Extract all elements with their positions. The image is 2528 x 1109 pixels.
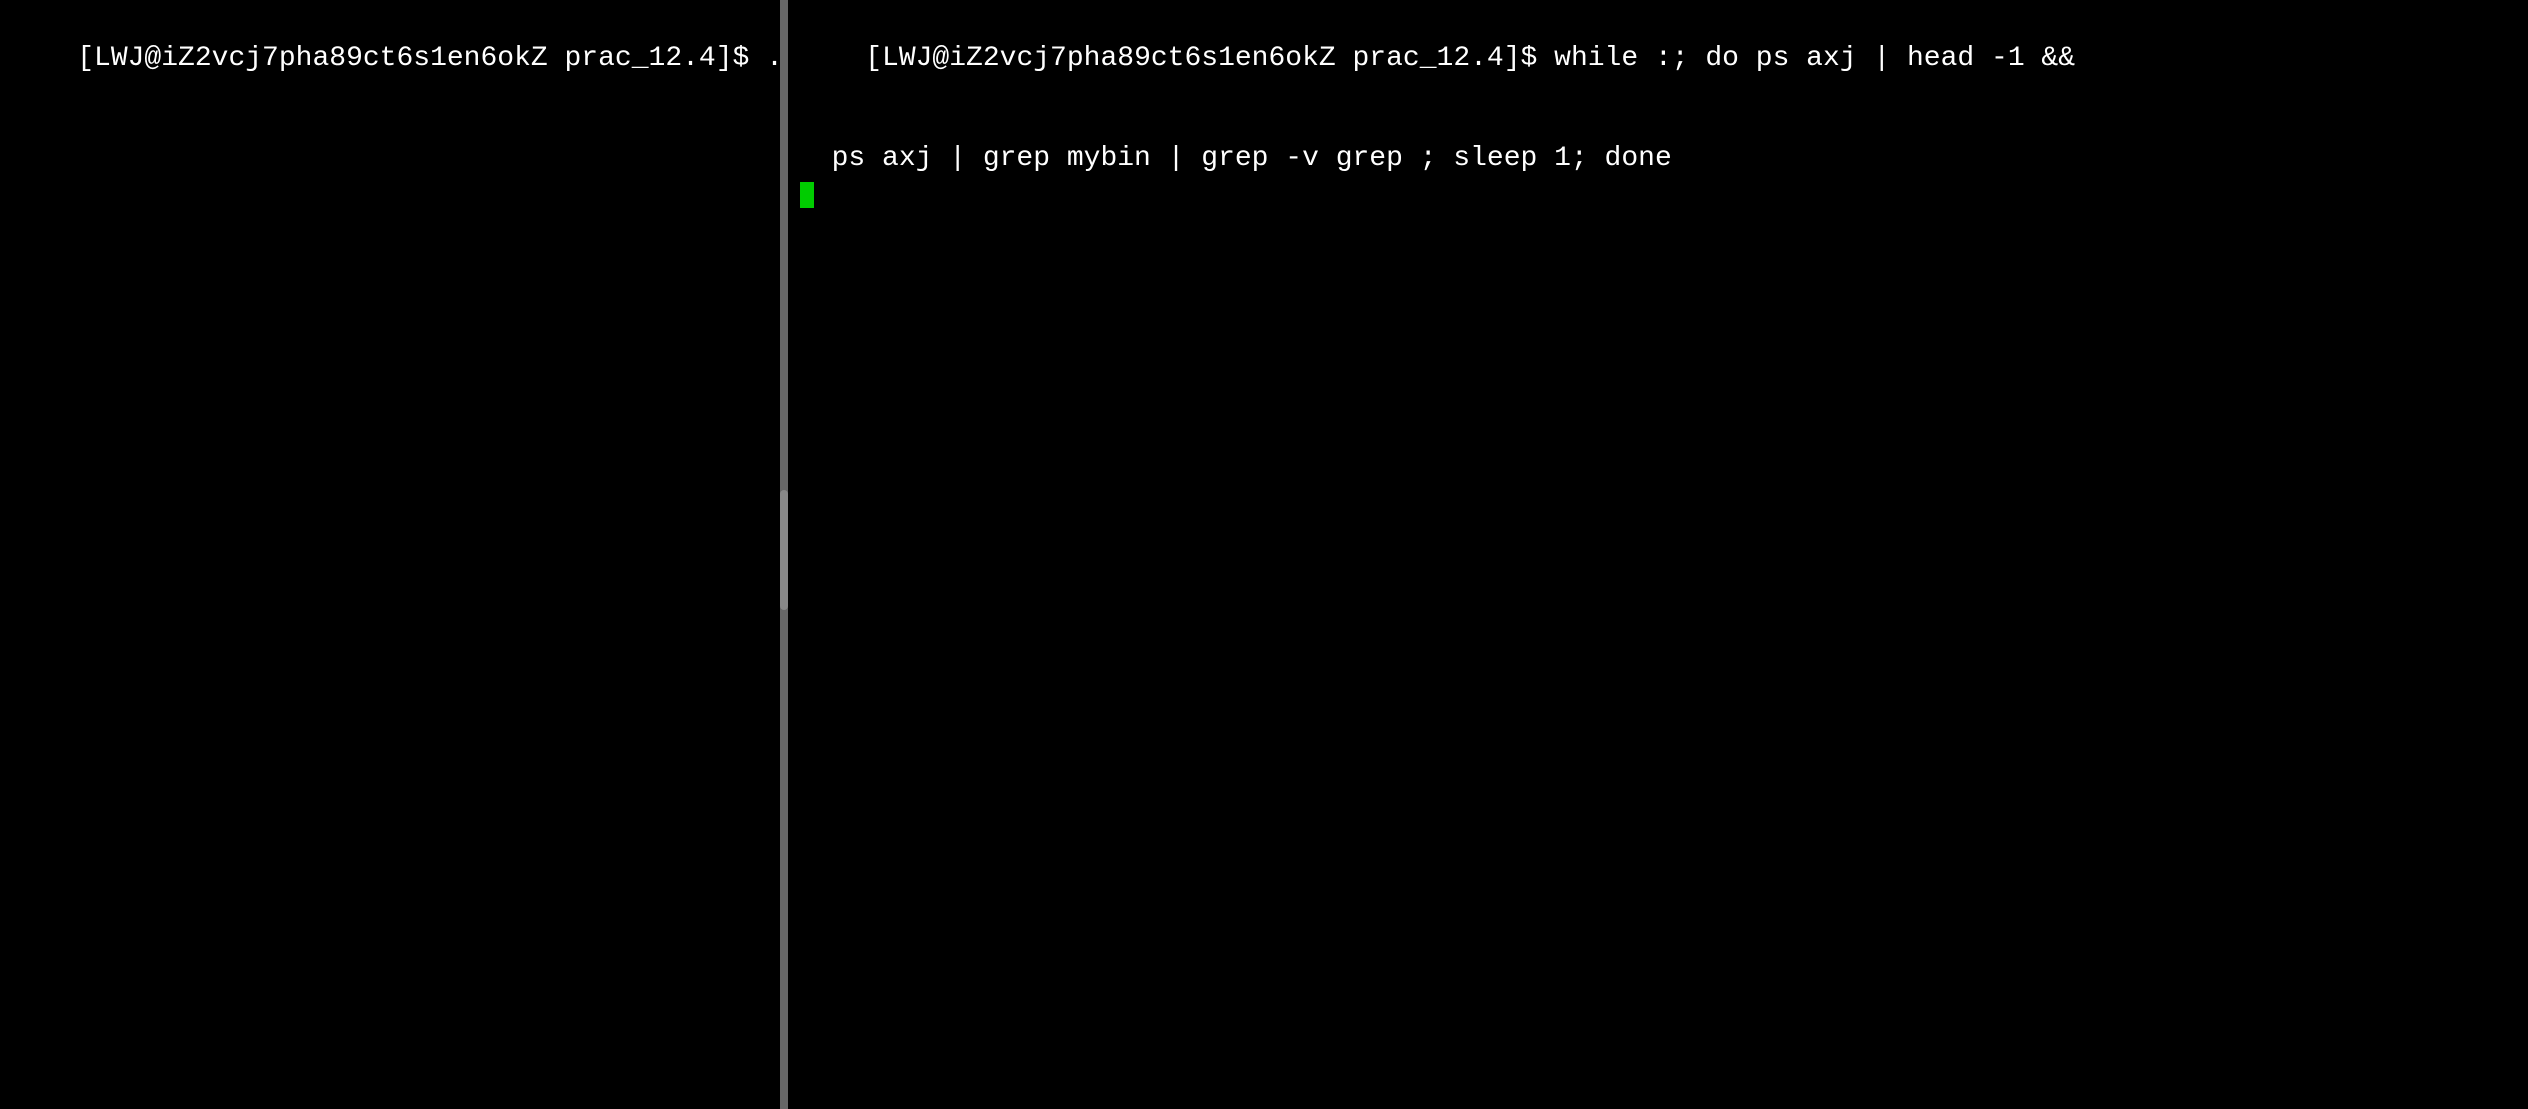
terminal-left-line1: [LWJ@iZ2vcj7pha89ct6s1en6okZ prac_12.4]$… <box>10 8 770 109</box>
terminal-left[interactable]: [LWJ@iZ2vcj7pha89ct6s1en6okZ prac_12.4]$… <box>0 0 780 1109</box>
terminal-right-line2: ps axj | grep mybin | grep -v grep ; sle… <box>798 142 2518 176</box>
terminal-right[interactable]: [LWJ@iZ2vcj7pha89ct6s1en6okZ prac_12.4]$… <box>788 0 2528 1109</box>
terminal-left-command: ./mybin <box>766 43 780 74</box>
terminal-right-cursor <box>800 182 814 208</box>
terminal-left-prompt: [LWJ@iZ2vcj7pha89ct6s1en6okZ prac_12.4]$ <box>77 43 766 74</box>
terminal-right-command1: while :; do ps axj | head -1 && <box>1554 43 2075 74</box>
terminal-right-prompt: [LWJ@iZ2vcj7pha89ct6s1en6okZ prac_12.4]$ <box>865 43 1554 74</box>
terminal-right-line1: [LWJ@iZ2vcj7pha89ct6s1en6okZ prac_12.4]$… <box>798 8 2518 109</box>
divider-handle[interactable] <box>780 490 788 610</box>
terminal-divider[interactable] <box>780 0 788 1109</box>
